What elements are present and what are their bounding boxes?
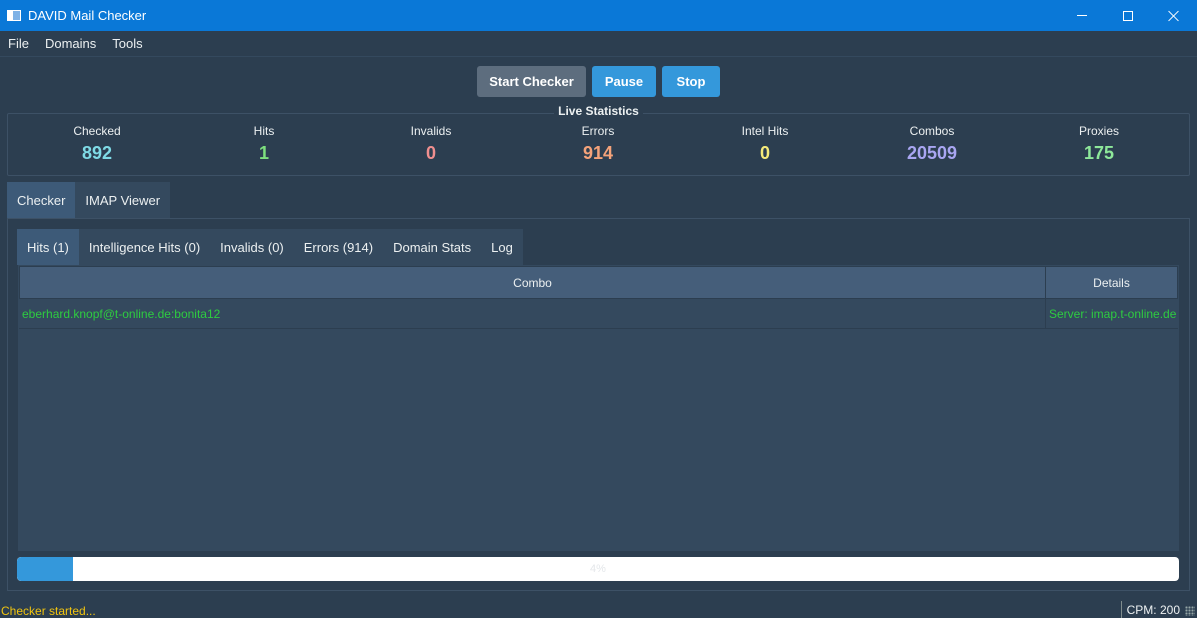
title-bar: DAVID Mail Checker (0, 0, 1197, 31)
menu-tools[interactable]: Tools (104, 36, 150, 51)
menu-bar: File Domains Tools (0, 31, 1197, 57)
maximize-icon (1123, 10, 1133, 21)
stat-intel-hits-value: 0 (759, 143, 770, 163)
stat-invalids-label: Invalids (410, 124, 452, 138)
stat-errors-label: Errors (581, 124, 615, 138)
menu-domains[interactable]: Domains (37, 36, 104, 51)
tab-log[interactable]: Log (481, 229, 523, 265)
tab-intelligence-hits[interactable]: Intelligence Hits (0) (78, 229, 211, 265)
app-icon (7, 10, 21, 21)
pause-button[interactable]: Pause (592, 66, 656, 97)
stat-intel-hits: Intel Hits 0 (680, 124, 850, 164)
progress-bar: 4% (17, 557, 1179, 581)
stat-proxies-label: Proxies (1078, 124, 1119, 138)
tab-checker[interactable]: Checker (7, 182, 76, 218)
close-button[interactable] (1151, 0, 1197, 31)
stat-combos: Combos 20509 (847, 124, 1017, 164)
minimize-icon (1077, 15, 1087, 16)
menu-file[interactable]: File (0, 36, 37, 51)
stat-intel-hits-label: Intel Hits (741, 124, 789, 138)
stat-invalids: Invalids 0 (346, 124, 516, 164)
tab-invalids[interactable]: Invalids (0) (210, 229, 294, 265)
stat-errors: Errors 914 (513, 124, 683, 164)
inner-tab-bar: Hits (1) Intelligence Hits (0) Invalids … (17, 229, 523, 265)
minimize-button[interactable] (1059, 0, 1105, 31)
stat-combos-label: Combos (909, 124, 955, 138)
tab-imap-viewer[interactable]: IMAP Viewer (75, 182, 171, 218)
control-buttons: Start Checker Pause Stop (0, 66, 1197, 97)
status-cpm: CPM: 200 (1120, 601, 1180, 618)
table-row-details[interactable]: Server: imap.t-online.de (1045, 299, 1178, 329)
table-row-combo[interactable]: eberhard.knopf@t-online.de:bonita12 (19, 299, 1045, 329)
tab-errors[interactable]: Errors (914) (293, 229, 384, 265)
window-title: DAVID Mail Checker (28, 8, 147, 23)
tab-domain-stats[interactable]: Domain Stats (383, 229, 482, 265)
stop-button[interactable]: Stop (662, 66, 720, 97)
resize-grip-icon[interactable] (1185, 606, 1195, 616)
stat-combos-value: 20509 (906, 143, 958, 163)
stat-hits-label: Hits (253, 124, 275, 138)
progress-text: 4% (590, 563, 606, 575)
live-statistics-title: Live Statistics (0, 104, 1197, 118)
maximize-button[interactable] (1105, 0, 1151, 31)
column-header-details[interactable]: Details (1045, 266, 1178, 299)
stat-proxies: Proxies 175 (1014, 124, 1184, 164)
close-icon (1168, 10, 1180, 22)
live-statistics-title-text: Live Statistics (554, 104, 643, 118)
stat-checked-value: 892 (81, 143, 113, 163)
stat-invalids-value: 0 (425, 143, 436, 163)
stat-checked-label: Checked (73, 124, 121, 138)
status-bar (0, 600, 1197, 618)
stat-hits-value: 1 (258, 143, 269, 163)
outer-tab-bar: Checker IMAP Viewer (7, 182, 171, 218)
stat-proxies-value: 175 (1083, 143, 1115, 163)
stat-checked: Checked 892 (12, 124, 182, 164)
stat-hits: Hits 1 (179, 124, 349, 164)
start-checker-button[interactable]: Start Checker (477, 66, 586, 97)
column-header-combo[interactable]: Combo (19, 266, 1046, 299)
status-message: Checker started... (1, 604, 96, 618)
tab-hits[interactable]: Hits (1) (17, 229, 79, 265)
stat-errors-value: 914 (582, 143, 614, 163)
